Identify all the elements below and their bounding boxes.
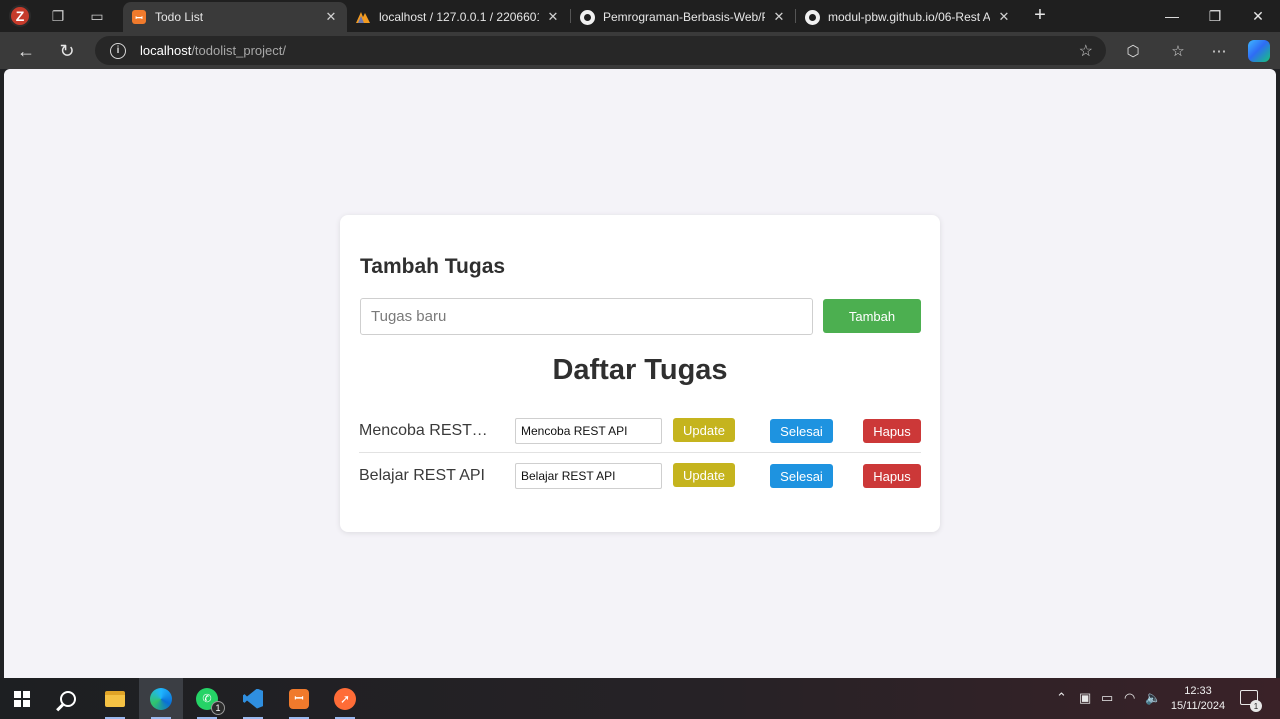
complete-button[interactable]: Selesai — [770, 419, 833, 443]
restore-icon[interactable]: ❐ — [1193, 0, 1237, 32]
tab-title: Pemrograman-Berbasis-Web/PBW — [603, 10, 765, 24]
github-icon — [579, 9, 595, 25]
xampp-icon[interactable]: ꟷ — [277, 678, 321, 719]
meet-now-icon[interactable]: ▣ — [1079, 690, 1091, 706]
close-icon[interactable]: ✕ — [545, 9, 561, 25]
new-tab-button[interactable]: + — [1029, 4, 1051, 26]
window-close-icon[interactable]: ✕ — [1236, 0, 1280, 32]
windows-start-icon[interactable] — [0, 678, 44, 719]
whatsapp-badge: 1 — [211, 700, 225, 715]
edge-icon[interactable] — [139, 678, 183, 719]
extensions-icon[interactable]: ⬡ — [1122, 40, 1144, 62]
tab-modul-pbw[interactable]: modul-pbw.github.io/06-Rest API ✕ — [796, 2, 1020, 32]
favorite-star-icon[interactable]: ☆ — [1079, 41, 1093, 61]
tab-github-pbw[interactable]: Pemrograman-Berbasis-Web/PBW ✕ — [571, 2, 795, 32]
favorites-icon[interactable]: ☆ — [1167, 40, 1189, 62]
whatsapp-icon[interactable]: ✆ 1 — [185, 678, 229, 719]
minimize-icon[interactable]: — — [1150, 0, 1194, 32]
tab-actions-icon[interactable]: ▭ — [85, 4, 109, 28]
update-button[interactable]: Update — [673, 463, 735, 487]
copilot-icon[interactable] — [1248, 40, 1270, 62]
chevron-up-icon[interactable]: ⌃ — [1056, 690, 1067, 706]
close-icon[interactable]: ✕ — [771, 9, 787, 25]
page-viewport: Tambah Tugas Tambah Daftar Tugas Mencoba… — [4, 69, 1276, 678]
todo-card: Tambah Tugas Tambah Daftar Tugas Mencoba… — [340, 215, 940, 532]
task-row: Belajar REST API Update Selesai Hapus — [359, 453, 921, 498]
address-bar[interactable]: i localhost/todolist_project/ ☆ — [95, 36, 1106, 65]
complete-button[interactable]: Selesai — [770, 464, 833, 488]
browser-toolbar: ← ↻ i localhost/todolist_project/ ☆ ⬡ ☆ … — [0, 32, 1280, 69]
phpmyadmin-icon — [355, 9, 371, 25]
windows-taskbar: ✆ 1 ꟷ ➚ ⌃ ▣ ▭ ◠ 🔈 12:33 15/11/2024 1 — [0, 678, 1280, 719]
tab-title: localhost / 127.0.0.1 / 220660121 — [379, 10, 539, 24]
clock-time: 12:33 — [1184, 685, 1212, 697]
task-edit-input[interactable] — [515, 463, 662, 489]
postman-icon[interactable]: ➚ — [323, 678, 367, 719]
profile-icon[interactable]: Z — [8, 4, 32, 28]
refresh-icon[interactable]: ↻ — [54, 38, 80, 64]
task-edit-input[interactable] — [515, 418, 662, 444]
task-name: Belajar REST API — [359, 467, 485, 484]
add-task-button[interactable]: Tambah — [823, 299, 921, 333]
url-text[interactable]: localhost/todolist_project/ — [140, 43, 286, 58]
workspaces-icon[interactable]: ❐ — [46, 4, 70, 28]
task-row: Mencoba REST API Update Selesai Hapus — [359, 408, 921, 453]
back-arrow-icon[interactable]: ← — [13, 38, 39, 64]
tab-phpmyadmin[interactable]: localhost / 127.0.0.1 / 220660121 ✕ — [347, 2, 569, 32]
file-explorer-icon[interactable] — [93, 678, 137, 719]
close-icon[interactable]: ✕ — [996, 9, 1012, 25]
wifi-icon[interactable]: ◠ — [1124, 690, 1135, 706]
site-info-icon[interactable]: i — [110, 42, 126, 59]
vscode-icon[interactable] — [231, 678, 275, 719]
tab-todo-list[interactable]: ꟷ Todo List ✕ — [123, 2, 347, 32]
tab-title: modul-pbw.github.io/06-Rest API — [828, 10, 990, 24]
task-name: Mencoba REST API — [359, 422, 491, 439]
delete-button[interactable]: Hapus — [863, 419, 921, 443]
close-icon[interactable]: ✕ — [323, 9, 339, 25]
more-options-icon[interactable]: ⋯ — [1208, 40, 1230, 62]
add-task-heading: Tambah Tugas — [360, 255, 506, 278]
delete-button[interactable]: Hapus — [863, 464, 921, 488]
tab-title: Todo List — [155, 10, 204, 24]
browser-tab-strip: Z ❐ ▭ ꟷ Todo List ✕ localhost / 127.0.0.… — [0, 0, 1280, 32]
update-button[interactable]: Update — [673, 418, 735, 442]
system-clock[interactable]: 12:33 15/11/2024 — [1166, 684, 1230, 714]
github-icon — [804, 9, 820, 25]
clock-date: 15/11/2024 — [1170, 700, 1226, 712]
task-list-heading: Daftar Tugas — [552, 354, 728, 386]
battery-icon[interactable]: ▭ — [1101, 690, 1113, 706]
search-icon[interactable] — [46, 678, 90, 719]
new-task-input[interactable] — [360, 298, 813, 335]
xampp-icon: ꟷ — [131, 9, 147, 25]
volume-icon[interactable]: 🔈 — [1145, 690, 1161, 706]
notification-badge: 1 — [1250, 700, 1262, 712]
